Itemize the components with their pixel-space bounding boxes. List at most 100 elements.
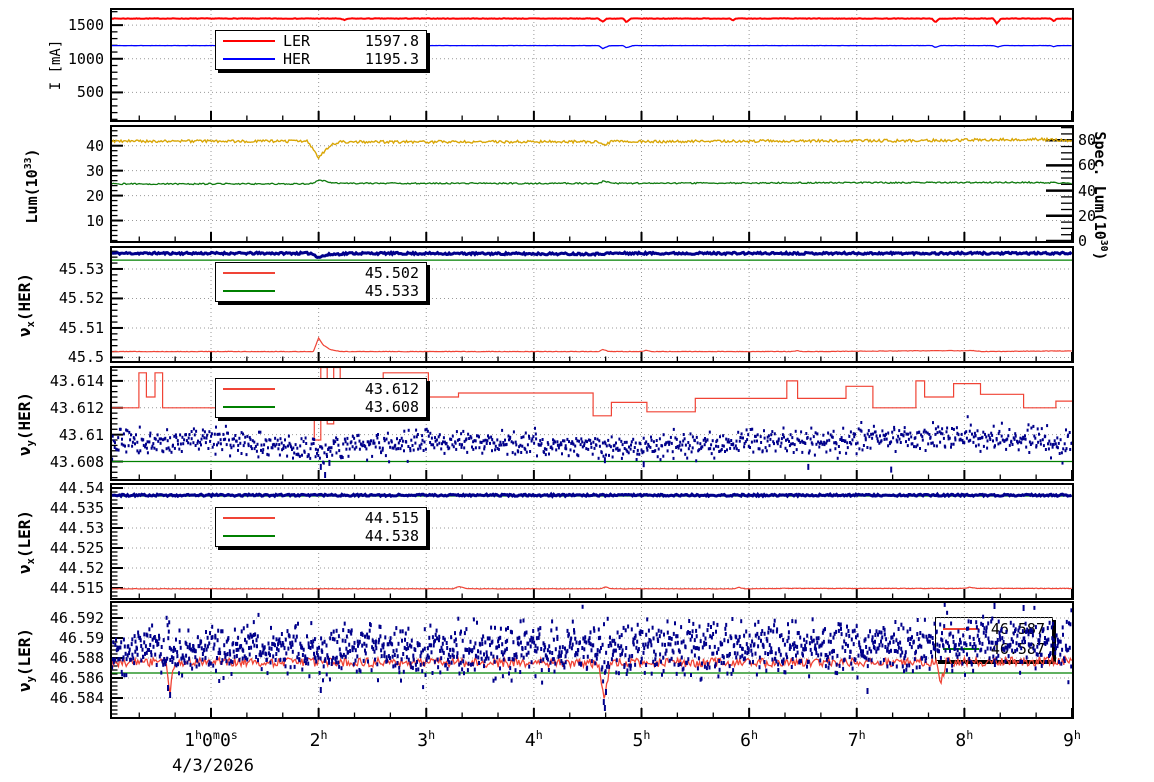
accelerator-tune-monitor-chart: LER 1597.8 HER 1195.3 45.502 45.533 43.612 43… (0, 0, 1154, 782)
legend-color-sample (223, 58, 275, 60)
y-tick-label: 46.592 (49, 609, 104, 627)
y-tick-label: 46.59 (58, 629, 104, 647)
legend-value: 45.502 (364, 264, 419, 282)
panel-beam-current: LER 1597.8 HER 1195.3 (110, 8, 1074, 122)
y-tick-label: 44.52 (58, 559, 104, 577)
legend-entry: LER 1597.8 (223, 32, 419, 50)
legend-entry: 44.515 (223, 509, 419, 527)
y-tick-label: 44.525 (49, 539, 104, 557)
legend-label: HER (283, 50, 311, 68)
legend-entry: 45.533 (223, 282, 419, 300)
superscript: h (428, 728, 436, 742)
y-tick-label: 45.52 (58, 289, 104, 308)
x-tick-label: 5h (632, 728, 651, 751)
legend-box: 44.515 44.538 (215, 507, 427, 547)
y-tick-label: 500 (76, 83, 104, 102)
superscript: h (858, 728, 866, 742)
legend-entry: 45.502 (223, 264, 419, 282)
legend-entry: HER 1195.3 (223, 50, 419, 68)
y-tick-label: 40 (85, 136, 104, 155)
y-tick-label: 20 (85, 186, 104, 205)
panel-nu-y-ler: 46.58746.587 (110, 601, 1074, 719)
y-tick-label: 45.51 (58, 318, 104, 337)
legend-color-sample (223, 535, 275, 537)
legend-entry: 44.538 (223, 527, 419, 545)
y-tick-label: 1500 (67, 16, 104, 35)
legend-entry: 43.612 (223, 380, 419, 398)
y-tick-label: 44.515 (49, 579, 104, 597)
legend-value: 1195.3 (364, 50, 419, 68)
right-tick-label: 80 (1078, 131, 1097, 150)
superscript: h (966, 728, 974, 742)
y-tick-label: 46.586 (49, 669, 104, 687)
y-tick-label: 43.612 (49, 398, 104, 417)
legend-value: 44.515 (364, 509, 419, 527)
superscript: h (535, 728, 543, 742)
superscript: h (751, 728, 759, 742)
y-tick-label: 46.588 (49, 649, 104, 667)
y-tick-label: 45.53 (58, 259, 104, 278)
y-tick-label: 44.535 (49, 499, 104, 517)
superscript: m (212, 728, 220, 742)
legend-value: 45.533 (364, 282, 419, 300)
legend-value: 43.612 (364, 380, 419, 398)
legend-box: LER 1597.8 HER 1195.3 (215, 30, 427, 70)
series-line (112, 17, 1072, 26)
y-tick-label: 43.608 (49, 452, 104, 471)
legend-color-sample (223, 406, 275, 408)
panel-nu-y-her: 43.612 43.608 (110, 366, 1074, 481)
right-tick-label: 20 (1078, 206, 1097, 225)
superscript: h (320, 728, 328, 742)
y-tick-label: 43.61 (58, 425, 104, 444)
legend-box: 45.502 45.533 (215, 262, 427, 302)
right-tick-label: 60 (1078, 156, 1097, 175)
legend-entry: 43.608 (223, 398, 419, 416)
y-tick-label: 44.54 (58, 479, 104, 497)
series-line (112, 491, 1072, 499)
superscript: h (195, 728, 203, 742)
x-tick-label: 1h0m0s (184, 728, 238, 751)
legend-color-sample (223, 290, 275, 292)
series-line (112, 179, 1072, 186)
series-line (112, 136, 1072, 160)
superscript: h (1073, 728, 1081, 742)
y-tick-label: 44.53 (58, 519, 104, 537)
superscript: h (643, 728, 651, 742)
legend-box: 43.612 43.608 (215, 378, 427, 418)
y-tick-label: 45.5 (67, 348, 104, 367)
y-tick-label: 10 (85, 211, 104, 230)
superscript: s (230, 728, 238, 742)
y-tick-label: 46.584 (49, 689, 104, 707)
legend-color-sample (223, 40, 275, 42)
x-tick-label: 9h (1063, 728, 1081, 751)
plot-area-nu-y-LER (112, 603, 1072, 717)
series-line (112, 336, 1072, 353)
legend-label: LER (283, 32, 311, 50)
plot-area-luminosity (112, 127, 1072, 241)
legend-value: 44.538 (364, 527, 419, 545)
x-tick-label: 3h (417, 728, 436, 751)
series-scatter (112, 415, 1072, 478)
legend-value: 1597.8 (364, 32, 419, 50)
legend-color-sample (223, 272, 275, 274)
panel-nu-x-ler: 44.515 44.538 (110, 483, 1074, 600)
legend-value: 43.608 (364, 398, 419, 416)
x-tick-label: 4h (524, 728, 543, 751)
panel-nu-x-her: 45.502 45.533 (110, 246, 1074, 363)
x-tick-label: 7h (847, 728, 866, 751)
x-tick-label: 8h (955, 728, 974, 751)
x-tick-label: 6h (740, 728, 759, 751)
right-tick-label: 40 (1078, 181, 1097, 200)
series-line (112, 585, 1072, 590)
y-tick-label: 1000 (67, 49, 104, 68)
legend-color-sample (223, 388, 275, 390)
right-tick-label: 0 (1078, 232, 1088, 250)
series-line (112, 249, 1072, 259)
y-tick-label: 43.614 (49, 371, 104, 390)
y-tick-label: 30 (85, 161, 104, 180)
x-axis-date: 4/3/2026 (172, 756, 254, 776)
panel-luminosity (110, 125, 1074, 243)
legend-color-sample (223, 517, 275, 519)
x-tick-label: 2h (309, 728, 328, 751)
series-scatter (112, 603, 1072, 711)
